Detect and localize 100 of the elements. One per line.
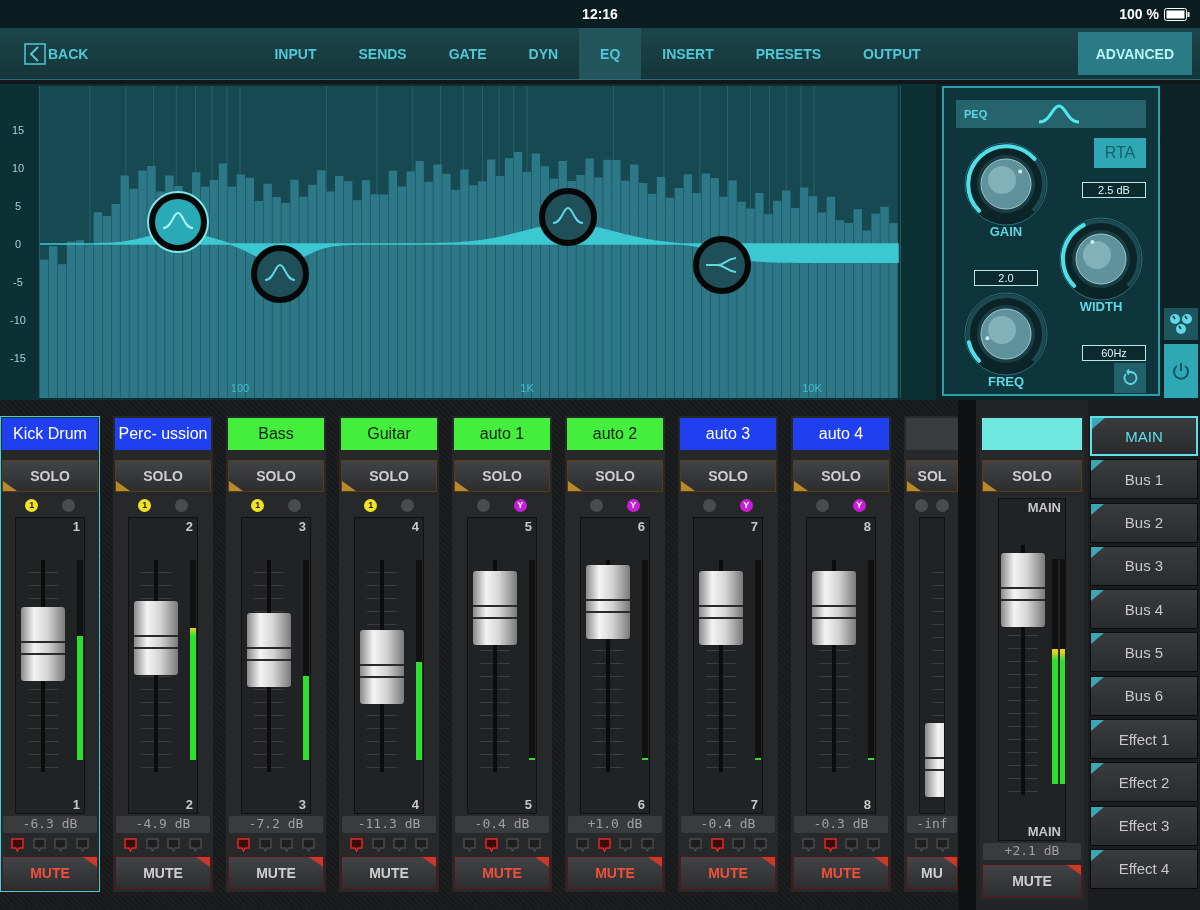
fader-handle[interactable] (812, 571, 856, 646)
mute-button[interactable]: MUTE (228, 856, 324, 890)
solo-button[interactable]: SOLO (982, 460, 1082, 492)
bus-button[interactable]: Effect 2 (1090, 762, 1198, 803)
output-route-toggle[interactable] (641, 838, 655, 852)
fader-handle[interactable] (360, 630, 404, 705)
bus-button[interactable]: Effect 1 (1090, 719, 1198, 760)
fader-handle[interactable] (134, 600, 178, 675)
bus-button[interactable]: Bus 6 (1090, 675, 1198, 716)
output-route-toggle[interactable] (936, 838, 950, 852)
gain-readout: -0.4 dB (681, 816, 775, 833)
back-button[interactable]: BACK (24, 28, 89, 79)
tab[interactable]: GATE (427, 28, 508, 79)
tab[interactable]: PRESETS (734, 28, 843, 79)
output-route-toggle[interactable] (914, 838, 928, 852)
tab[interactable]: DYN (507, 28, 580, 79)
bus-button[interactable]: Bus 5 (1090, 632, 1198, 673)
fader-handle[interactable] (21, 607, 65, 681)
output-route-toggle[interactable] (415, 838, 429, 852)
output-route-toggle[interactable] (845, 838, 859, 852)
power-button[interactable] (1164, 344, 1198, 398)
output-route-toggle[interactable] (462, 838, 476, 852)
output-route-toggle[interactable] (76, 838, 90, 852)
knob[interactable] (962, 290, 1050, 378)
channel-strip[interactable]: Kick Drum SOLO 1 1 1 -6.3 dB MUTE (0, 416, 100, 892)
advanced-button[interactable]: ADVANCED (1077, 32, 1192, 75)
solo-button[interactable]: SOLO (2, 460, 98, 492)
fader-handle[interactable] (699, 571, 743, 646)
output-route-toggle[interactable] (710, 838, 724, 852)
bus-button[interactable]: Effect 4 (1090, 848, 1198, 889)
solo-button[interactable]: SOLO (454, 460, 550, 492)
output-route-toggle[interactable] (484, 838, 498, 852)
fader-handle[interactable] (1001, 553, 1045, 627)
output-route-toggle[interactable] (867, 838, 881, 852)
output-route-toggle[interactable] (123, 838, 137, 852)
channel-strip[interactable]: Perc- ussion SOLO 1 2 2 -4.9 dB MUTE (113, 416, 213, 892)
output-route-toggle[interactable] (732, 838, 746, 852)
output-route-toggle[interactable] (189, 838, 203, 852)
tab[interactable]: EQ (579, 28, 642, 79)
mute-button[interactable]: MUTE (341, 856, 437, 890)
mute-button[interactable]: MUTE (115, 856, 211, 890)
channel-strip[interactable]: auto 1 SOLO Y 5 5 -0.4 dB MUTE (452, 416, 552, 892)
output-route-toggle[interactable] (236, 838, 250, 852)
output-route-toggle[interactable] (754, 838, 768, 852)
output-route-toggle[interactable] (167, 838, 181, 852)
tab[interactable]: SENDS (337, 28, 428, 79)
output-route-toggle[interactable] (688, 838, 702, 852)
eq-band-handle[interactable] (147, 191, 209, 253)
bus-button[interactable]: Bus 3 (1090, 545, 1198, 586)
mute-button[interactable]: MU (906, 856, 958, 890)
tab[interactable]: INPUT (253, 28, 338, 79)
bus-button[interactable]: Bus 4 (1090, 589, 1198, 630)
filter-type-selector[interactable]: PEQ (956, 100, 1146, 128)
output-route-toggle[interactable] (597, 838, 611, 852)
output-route-toggle[interactable] (371, 838, 385, 852)
solo-button[interactable]: SOL (906, 460, 958, 492)
output-route-toggle[interactable] (823, 838, 837, 852)
eq-band-handle[interactable] (251, 245, 309, 303)
solo-button[interactable]: SOLO (115, 460, 211, 492)
solo-button[interactable]: SOLO (793, 460, 889, 492)
back-chevron-icon (24, 42, 46, 65)
output-route-toggle[interactable] (32, 838, 46, 852)
channel-strip[interactable]: SOL -inf MU (904, 416, 958, 892)
channel-strip[interactable]: Guitar SOLO 1 4 4 -11.3 dB MUTE (339, 416, 439, 892)
output-route-toggle[interactable] (801, 838, 815, 852)
output-route-toggle[interactable] (528, 838, 542, 852)
fader-handle[interactable] (586, 565, 630, 639)
output-route-toggle[interactable] (54, 838, 68, 852)
channel-strip[interactable]: auto 3 SOLO Y 7 7 -0.4 dB MUTE (678, 416, 778, 892)
solo-button[interactable]: SOLO (567, 460, 663, 492)
output-route-toggle[interactable] (393, 838, 407, 852)
output-route-toggle[interactable] (280, 838, 294, 852)
output-route-toggle[interactable] (619, 838, 633, 852)
reset-button[interactable] (1114, 362, 1146, 393)
solo-button[interactable]: SOLO (680, 460, 776, 492)
output-route-toggle[interactable] (258, 838, 272, 852)
tab[interactable]: INSERT (641, 28, 735, 79)
knob[interactable] (962, 140, 1050, 228)
output-route-toggle[interactable] (575, 838, 589, 852)
solo-button[interactable]: SOLO (228, 460, 324, 492)
output-route-toggle[interactable] (349, 838, 363, 852)
output-route-toggle[interactable] (145, 838, 159, 852)
bus-button[interactable]: Bus 2 (1090, 502, 1198, 543)
channel-strip[interactable]: auto 2 SOLO Y 6 6 +1.0 dB MUTE (565, 416, 665, 892)
mute-button[interactable]: MUTE (982, 864, 1082, 898)
knob-set-button[interactable] (1164, 308, 1198, 340)
output-route-toggle[interactable] (506, 838, 520, 852)
knob[interactable] (1057, 215, 1145, 303)
fader-handle[interactable] (473, 571, 517, 646)
output-route-toggle[interactable] (10, 838, 24, 852)
bus-button[interactable]: Effect 3 (1090, 805, 1198, 846)
channel-strip[interactable]: Bass SOLO 1 3 3 -7.2 dB MUTE (226, 416, 326, 892)
bus-button[interactable]: MAIN (1090, 416, 1198, 456)
channel-strip[interactable]: auto 4 SOLO Y 8 8 -0.3 dB MUTE (791, 416, 891, 892)
fader-handle[interactable] (247, 613, 291, 688)
solo-button[interactable]: SOLO (341, 460, 437, 492)
output-route-toggle[interactable] (302, 838, 316, 852)
eq-band-handle[interactable] (539, 188, 597, 246)
tab[interactable]: OUTPUT (842, 28, 942, 79)
bus-button[interactable]: Bus 1 (1090, 459, 1198, 500)
